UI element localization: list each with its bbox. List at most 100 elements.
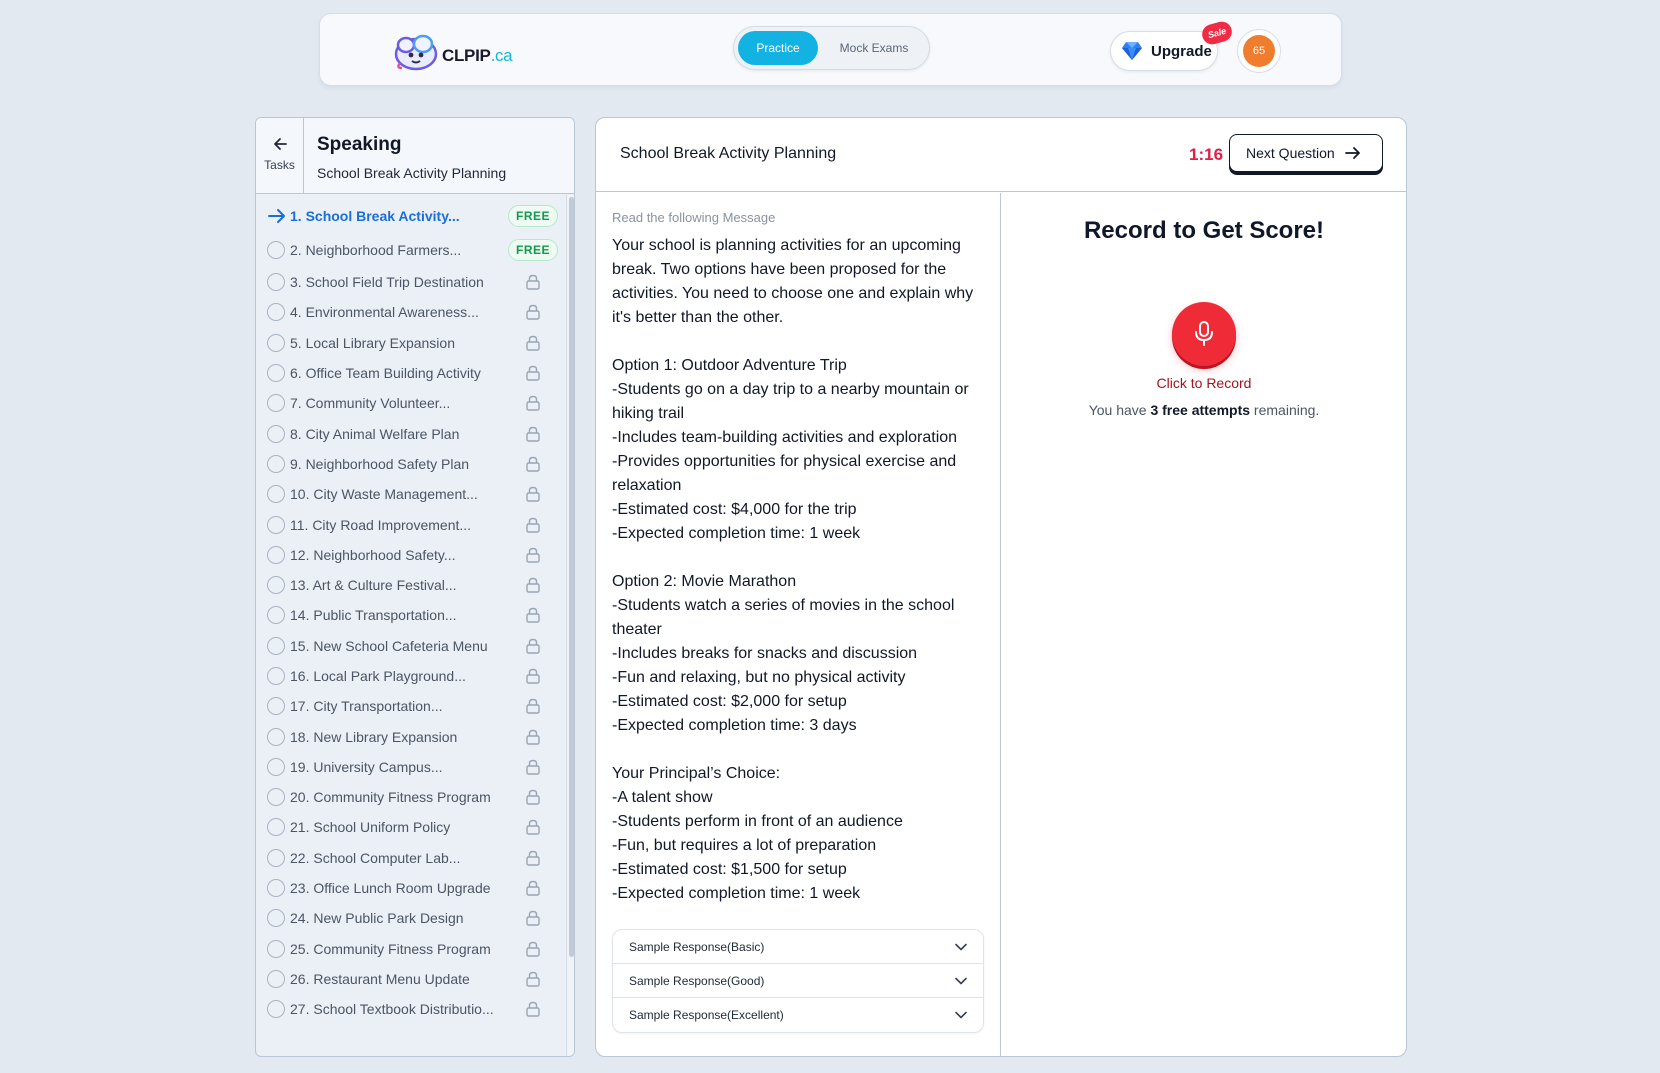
diamond-icon [1122,42,1142,60]
sample-response-toggle[interactable]: Sample Response(Excellent) [613,998,983,1032]
task-item[interactable]: 15. New School Cafeteria Menu [256,631,566,661]
sample-response-label: Sample Response(Excellent) [629,1008,784,1022]
status-circle-icon [267,576,285,595]
status-circle-icon [267,364,285,383]
status-circle-icon [267,909,285,928]
lock-icon [526,941,540,957]
task-item[interactable]: 25. Community Fitness Program [256,934,566,964]
status-circle-icon [267,394,285,413]
task-item[interactable]: 22. School Computer Lab... [256,843,566,873]
task-item[interactable]: 14. Public Transportation... [256,600,566,630]
sample-response-toggle[interactable]: Sample Response(Basic) [613,930,983,964]
section-title: Speaking [317,134,402,155]
status-circle-icon [267,697,285,716]
avatar[interactable]: 65 [1243,35,1275,67]
task-item[interactable]: 4. Environmental Awareness... [256,297,566,327]
task-item[interactable]: 23. Office Lunch Room Upgrade [256,873,566,903]
lock-icon [526,305,540,321]
lock-icon [526,971,540,987]
message-line: -Students watch a series of movies in th… [612,597,955,638]
status-circle-icon [267,757,285,776]
attempts-count: 3 free attempts [1150,402,1251,418]
task-item[interactable]: 16. Local Park Playground... [256,661,566,691]
task-item[interactable]: 3. School Field Trip Destination [256,267,566,297]
task-item[interactable]: 17. City Transportation... [256,691,566,721]
task-item[interactable]: 13. Art & Culture Festival... [256,570,566,600]
next-question-button[interactable]: Next Question [1229,134,1383,172]
status-circle-icon [267,241,285,259]
status-circle-icon [267,515,285,534]
chevron-down-icon [955,977,967,984]
task-item-label: 13. Art & Culture Festival... [290,577,457,594]
arrow-right-icon [1344,147,1360,159]
task-item[interactable]: 24. New Public Park Design [256,903,566,933]
upgrade-label: Upgrade [1151,42,1212,60]
task-list: 1. School Break Activity... FREE 2. Neighb… [256,195,566,1056]
message-line: -Estimated cost: $2,000 for setup [612,693,847,710]
task-item-label: 14. Public Transportation... [290,607,457,624]
tab-mock-exams[interactable]: Mock Exams [824,31,924,65]
task-item-label: 6. Office Team Building Activity [290,365,481,382]
task-item[interactable]: 2. Neighborhood Farmers... FREE [256,233,566,267]
task-item[interactable]: 6. Office Team Building Activity [256,358,566,388]
attempts-suffix: remaining. [1250,402,1320,418]
task-item-label: 16. Local Park Playground... [290,668,466,684]
attempts-remaining: You have 3 free attempts remaining. [1002,402,1406,418]
status-circle-icon [267,454,285,473]
task-item[interactable]: 18. New Library Expansion [256,721,566,751]
tab-practice[interactable]: Practice [738,31,818,65]
task-item[interactable]: 10. City Waste Management... [256,479,566,509]
chevron-down-icon [955,943,967,950]
message-line: -Fun and relaxing, but no physical activ… [612,669,906,686]
status-circle-icon [267,939,285,958]
task-item-label: 17. City Transportation... [290,698,443,715]
task-item-label: 23. Office Lunch Room Upgrade [290,880,491,897]
status-circle-icon [267,969,285,988]
status-circle-icon [267,788,285,807]
status-circle-icon [267,333,285,352]
back-to-tasks-button[interactable]: Tasks [256,118,304,194]
lock-icon [526,365,540,381]
message-line: -Expected completion time: 1 week [612,525,861,542]
task-item-label: 10. City Waste Management... [290,486,478,503]
task-item-label: 22. School Computer Lab... [290,849,461,866]
message-line: -Expected completion time: 1 week [612,885,861,902]
message-line: Option 2: Movie Marathon [612,573,797,590]
task-item[interactable]: 7. Community Volunteer... [256,388,566,418]
task-item-label: 3. School Field Trip Destination [290,274,484,291]
task-item[interactable]: 9. Neighborhood Safety Plan [256,449,566,479]
status-circle-icon [267,606,285,625]
task-item[interactable]: 26. Restaurant Menu Update [256,964,566,994]
task-sidebar: Tasks Speaking School Break Activity Pla… [255,117,575,1057]
record-button[interactable] [1172,302,1236,366]
task-item[interactable]: 19. University Campus... [256,752,566,782]
lock-icon [526,789,540,805]
task-item-label: 24. New Public Park Design [290,910,464,927]
click-to-record-label[interactable]: Click to Record [1002,375,1406,391]
status-circle-icon [267,424,285,443]
task-item[interactable]: 8. City Animal Welfare Plan [256,418,566,448]
task-item[interactable]: 20. Community Fitness Program [256,782,566,812]
task-item[interactable]: 11. City Road Improvement... [256,509,566,539]
mode-switch: Practice Mock Exams [733,26,930,70]
task-item-label: 11. City Road Improvement... [290,516,472,533]
lock-icon [526,426,540,442]
task-item[interactable]: 27. School Textbook Distributio... [256,994,566,1024]
task-item-label: 4. Environmental Awareness... [290,304,479,321]
message-line: -Estimated cost: $1,500 for setup [612,861,847,878]
reading-pane: Read the following Message Your school i… [596,193,1001,1056]
task-item-label: 2. Neighborhood Farmers... [290,242,462,258]
logo-text: CLPIP [442,46,491,65]
status-circle-icon [267,848,285,867]
lock-icon [526,396,540,412]
status-circle-icon [267,879,285,898]
sample-response-toggle[interactable]: Sample Response(Good) [613,964,983,998]
task-item[interactable]: 5. Local Library Expansion [256,328,566,358]
task-item[interactable]: 21. School Uniform Policy [256,812,566,842]
logo-text-suffix: .ca [490,46,513,65]
logo[interactable]: CLPIP.ca [392,29,513,73]
sidebar-scroll-thumb[interactable] [569,197,574,957]
task-item[interactable]: 12. Neighborhood Safety... [256,540,566,570]
sidebar-scrollbar[interactable] [566,195,574,1056]
task-item[interactable]: 1. School Break Activity... FREE [256,199,566,233]
